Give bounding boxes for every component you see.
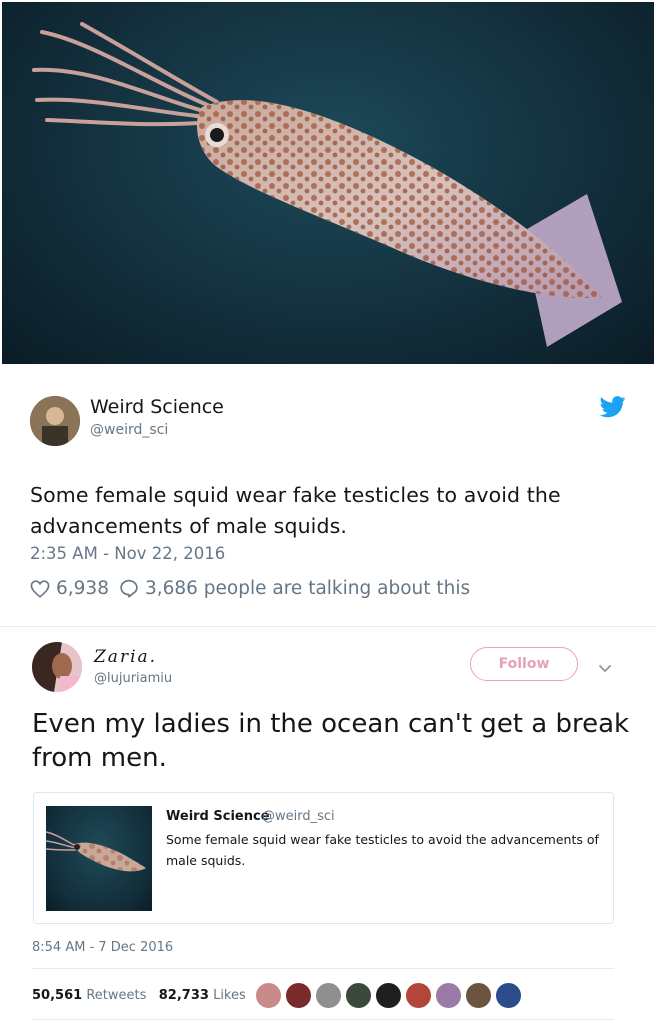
author-handle[interactable]: @lujuriamiu bbox=[94, 671, 172, 686]
liker-avatar[interactable] bbox=[375, 982, 402, 1009]
likes-count[interactable]: 82,733 bbox=[159, 988, 209, 1003]
tweet-stats: 6,938 3,686 people are talking about thi… bbox=[30, 578, 470, 599]
liker-avatar[interactable] bbox=[255, 982, 282, 1009]
squid-photo bbox=[2, 2, 654, 364]
liker-avatar[interactable] bbox=[465, 982, 492, 1009]
tweet-timestamp[interactable]: 8:54 AM - 7 Dec 2016 bbox=[32, 940, 173, 955]
author-name[interactable]: Zaria. bbox=[94, 647, 157, 667]
chevron-down-icon[interactable] bbox=[598, 658, 612, 677]
divider bbox=[32, 968, 614, 969]
retweets-count[interactable]: 50,561 bbox=[32, 988, 82, 1003]
avatar[interactable] bbox=[30, 396, 80, 446]
liker-avatar[interactable] bbox=[405, 982, 432, 1009]
author-name[interactable]: Weird Science bbox=[90, 396, 224, 418]
liker-avatars bbox=[255, 982, 522, 1009]
liker-avatar[interactable] bbox=[435, 982, 462, 1009]
tweet-engagement: 50,561 Retweets 82,733 Likes bbox=[32, 988, 246, 1003]
likes-label[interactable]: Likes bbox=[213, 988, 246, 1003]
tweet-timestamp[interactable]: 2:35 AM - Nov 22, 2016 bbox=[30, 544, 225, 563]
quoted-author-handle[interactable]: @weird_sci bbox=[262, 809, 335, 824]
tweet-text: Even my ladies in the ocean can't get a … bbox=[32, 709, 630, 773]
quoted-squid-thumbnail[interactable] bbox=[46, 806, 152, 911]
liker-avatar[interactable] bbox=[285, 982, 312, 1009]
heart-icon[interactable] bbox=[30, 579, 50, 598]
talking-count[interactable]: 3,686 people are talking about this bbox=[145, 578, 470, 599]
avatar[interactable] bbox=[32, 642, 82, 692]
liker-avatar[interactable] bbox=[345, 982, 372, 1009]
follow-button[interactable]: Follow bbox=[470, 647, 578, 681]
divider bbox=[32, 1019, 614, 1020]
reply-bubble-icon[interactable] bbox=[119, 579, 139, 598]
retweets-label[interactable]: Retweets bbox=[86, 988, 146, 1003]
author-handle[interactable]: @weird_sci bbox=[90, 422, 168, 438]
twitter-bird-icon[interactable] bbox=[599, 396, 626, 422]
tweet-text: Some female squid wear fake testicles to… bbox=[30, 483, 561, 538]
quoted-author-name[interactable]: Weird Science bbox=[166, 809, 270, 824]
liker-avatar[interactable] bbox=[315, 982, 342, 1009]
likes-count[interactable]: 6,938 bbox=[56, 578, 109, 599]
quoted-tweet-text: Some female squid wear fake testicles to… bbox=[166, 832, 599, 868]
liker-avatar[interactable] bbox=[495, 982, 522, 1009]
